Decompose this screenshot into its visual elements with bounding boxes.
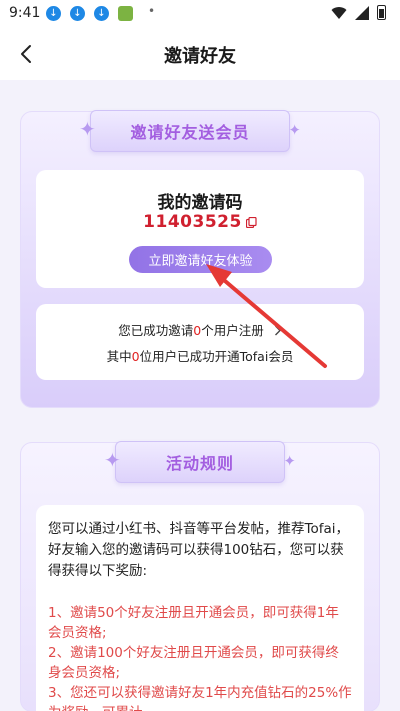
subscribed-count: 0 bbox=[131, 349, 140, 364]
invite-code-panel: 我的邀请码 11403525 立即邀请好友体验 bbox=[36, 170, 364, 288]
sparkle-icon: ✦ bbox=[288, 121, 301, 139]
status-right-icons bbox=[331, 5, 386, 20]
sparkle-icon: ✦ bbox=[104, 448, 121, 472]
rules-item: 1、邀请50个好友注册且开通会员，即可获得1年会员资格; bbox=[48, 605, 339, 641]
invite-ribbon-label: 邀请好友送会员 bbox=[130, 123, 250, 142]
page-title: 邀请好友 bbox=[164, 46, 236, 67]
header: 邀请好友 bbox=[0, 28, 400, 80]
stats-line1-prefix: 您已成功邀请 bbox=[118, 323, 194, 338]
stats-line2-prefix: 其中 bbox=[106, 349, 132, 364]
invited-users-link[interactable]: 您已成功邀请0个用户注册 bbox=[36, 320, 364, 339]
app-icon bbox=[118, 6, 133, 21]
invite-friends-button[interactable]: 立即邀请好友体验 bbox=[129, 246, 272, 273]
stats-line2-suffix: 位用户已成功开通Tofai会员 bbox=[139, 349, 294, 364]
invite-code-value: 11403525 bbox=[143, 212, 242, 232]
notification-dot-icon: • bbox=[148, 4, 156, 18]
download-icon: ↓ bbox=[94, 6, 109, 21]
rules-panel: 您可以通过小红书、抖音等平台发帖，推荐Tofai，好友输入您的邀请码可以获得10… bbox=[36, 505, 364, 711]
wifi-icon bbox=[331, 6, 347, 19]
invite-ribbon: ✦ 邀请好友送会员 ✦ bbox=[79, 110, 301, 152]
rules-list: 1、邀请50个好友注册且开通会员，即可获得1年会员资格; 2、邀请100个好友注… bbox=[48, 603, 352, 711]
stats-line2: 其中0位用户已成功开通Tofai会员 bbox=[36, 346, 364, 365]
chevron-right-icon bbox=[274, 325, 281, 336]
download-icon: ↓ bbox=[46, 6, 61, 21]
stats-line1-suffix: 个用户注册 bbox=[201, 323, 264, 338]
status-time: 9:41 bbox=[9, 5, 41, 21]
invite-card: ✦ 邀请好友送会员 ✦ 我的邀请码 11403525 立即邀请好友体验 您已成功… bbox=[20, 110, 380, 408]
invite-code-title: 我的邀请码 bbox=[157, 193, 243, 213]
invite-code-row: 11403525 bbox=[36, 212, 364, 232]
rules-ribbon-label: 活动规则 bbox=[165, 454, 234, 473]
rules-item: 3、您还可以获得邀请好友1年内充值钻石的25%作为奖励，可累计。 bbox=[48, 685, 352, 711]
copy-icon[interactable] bbox=[245, 216, 257, 228]
rules-ribbon: ✦ 活动规则 ✦ bbox=[104, 441, 296, 483]
rules-intro: 您可以通过小红书、抖音等平台发帖，推荐Tofai，好友输入您的邀请码可以获得10… bbox=[48, 521, 349, 579]
status-bar: 9:41 ↓ ↓ ↓ • bbox=[0, 0, 400, 28]
invite-stats-panel: 您已成功邀请0个用户注册 其中0位用户已成功开通Tofai会员 bbox=[36, 304, 364, 380]
battery-icon bbox=[377, 5, 386, 20]
download-icon: ↓ bbox=[70, 6, 85, 21]
rules-item: 2、邀请100个好友注册且开通会员，即可获得终身会员资格; bbox=[48, 645, 339, 681]
signal-icon bbox=[355, 5, 369, 20]
rules-card: ✦ 活动规则 ✦ 您可以通过小红书、抖音等平台发帖，推荐Tofai，好友输入您的… bbox=[20, 441, 380, 711]
sparkle-icon: ✦ bbox=[79, 117, 96, 141]
sparkle-icon: ✦ bbox=[283, 452, 296, 470]
